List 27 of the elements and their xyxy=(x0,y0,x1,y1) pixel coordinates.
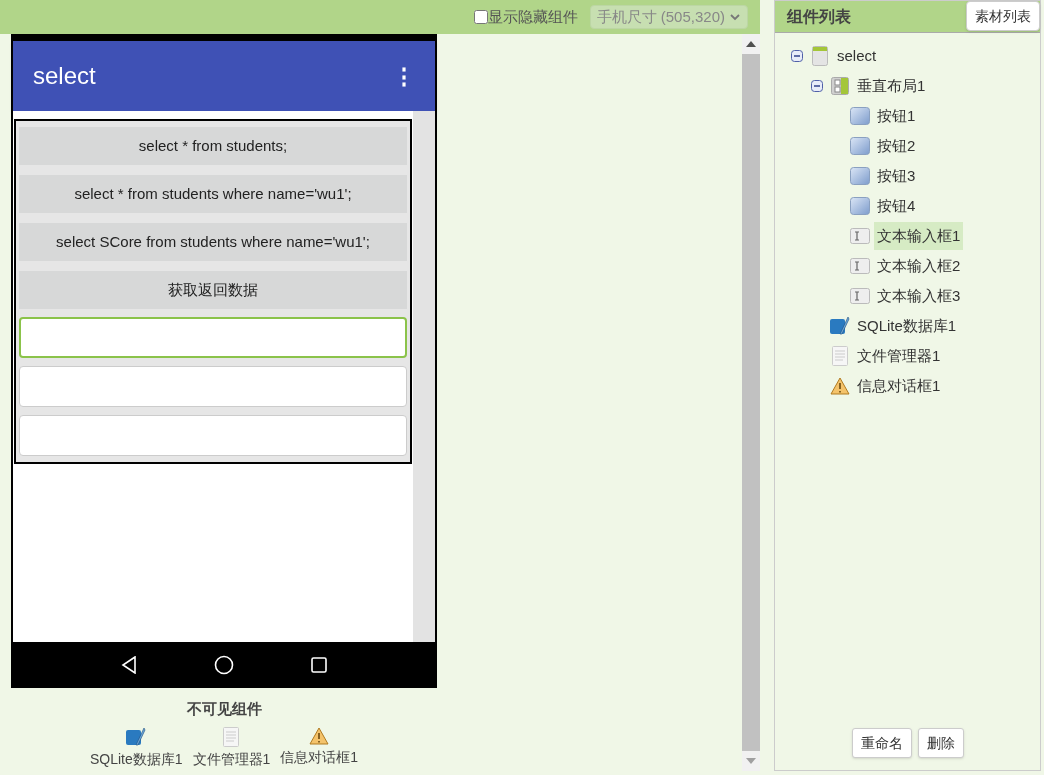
tree-item[interactable]: SQLite数据库1 xyxy=(854,311,960,341)
app-button[interactable]: select SCore from students where name='wu1'; xyxy=(19,223,407,261)
component-label: 信息对话框1 xyxy=(280,747,359,767)
app-title: select xyxy=(33,61,96,91)
tree-item[interactable]: 按钮3 xyxy=(874,161,919,191)
tree-item[interactable]: 文本输入框1 xyxy=(874,221,964,251)
section-title: 不可见组件 xyxy=(186,699,262,719)
tree-item[interactable]: 文件管理器1 xyxy=(854,341,944,371)
tree-item[interactable]: select xyxy=(834,41,880,71)
app-button[interactable]: select * from students; xyxy=(19,127,407,165)
tree-item[interactable]: 垂直布局1 xyxy=(854,71,929,101)
overflow-menu[interactable]: ⋮ xyxy=(393,59,415,93)
tree-item[interactable]: 信息对话框1 xyxy=(854,371,944,401)
tree-item[interactable]: 按钮4 xyxy=(874,191,919,221)
component-label: 文件管理器1 xyxy=(192,749,271,769)
tree-item[interactable]: 按钮2 xyxy=(874,131,919,161)
app-button[interactable]: 获取返回数据 xyxy=(19,271,407,309)
checkbox-label: 显示隐藏组件 xyxy=(487,6,578,27)
app-button[interactable]: select * from students where name='wu1'; xyxy=(19,175,407,213)
tree-item[interactable]: 按钮1 xyxy=(874,101,919,131)
assets-button[interactable]: 素材列表 xyxy=(966,1,1040,31)
component-label: SQLite数据库1 xyxy=(89,749,183,769)
tree-item[interactable]: 文本输入框2 xyxy=(874,251,964,281)
panel-button[interactable]: 重命名 xyxy=(851,728,912,758)
panel-button[interactable]: 删除 xyxy=(917,728,964,758)
panel-title: 组件列表 xyxy=(787,6,851,27)
tree-item[interactable]: 文本输入框3 xyxy=(874,281,964,311)
